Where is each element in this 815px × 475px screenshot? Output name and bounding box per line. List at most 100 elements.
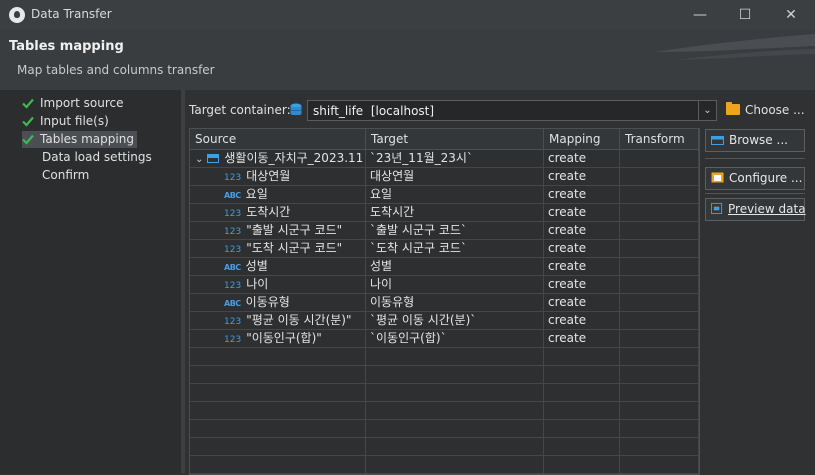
transform-cell[interactable] xyxy=(620,204,699,221)
empty-cell xyxy=(544,384,620,401)
target-cell[interactable]: 이동유형 xyxy=(366,294,544,311)
transform-cell[interactable] xyxy=(620,294,699,311)
table-row[interactable]: ABC 요일 요일 create xyxy=(190,186,699,204)
table-row[interactable]: 123 나이 나이 create xyxy=(190,276,699,294)
target-cell[interactable]: 나이 xyxy=(366,276,544,293)
empty-cell xyxy=(366,420,544,437)
target-cell[interactable]: 요일 xyxy=(366,186,544,203)
source-cell[interactable]: 123 "이동인구(합)" xyxy=(190,330,366,347)
transform-cell[interactable] xyxy=(620,240,699,257)
column-header-transform[interactable]: Transform xyxy=(620,129,699,150)
mapping-cell-text: create xyxy=(548,313,587,327)
target-cell[interactable]: `이동인구(합)` xyxy=(366,330,544,347)
source-cell[interactable]: ABC 이동유형 xyxy=(190,294,366,311)
mapping-cell-text: create xyxy=(548,223,587,237)
browse-button[interactable]: Browse ... xyxy=(705,129,805,152)
mapping-cell[interactable]: create xyxy=(544,276,620,293)
source-cell-text: "이동인구(합)" xyxy=(246,331,322,345)
wizard-step-label: Tables mapping xyxy=(40,132,134,146)
mapping-cell[interactable]: create xyxy=(544,294,620,311)
mapping-table[interactable]: Source Target Mapping Transform ⌄ 생활이동_자치… xyxy=(189,128,700,475)
source-cell-text: 대상연월 xyxy=(246,169,291,183)
mapping-cell[interactable]: create xyxy=(544,330,620,347)
table-row[interactable]: ABC 이동유형 이동유형 create xyxy=(190,294,699,312)
empty-cell xyxy=(544,366,620,383)
transform-cell[interactable] xyxy=(620,330,699,347)
numeric-type-icon: 123 xyxy=(224,209,242,219)
source-cell-text: "도착 시군구 코드" xyxy=(246,241,343,255)
mapping-cell[interactable]: create xyxy=(544,150,620,167)
mapping-cell[interactable]: create xyxy=(544,312,620,329)
wizard-step-import-source[interactable]: Import source xyxy=(22,95,124,112)
target-cell[interactable]: `출발 시군구 코드` xyxy=(366,222,544,239)
target-cell[interactable]: 대상연월 xyxy=(366,168,544,185)
chevron-down-icon[interactable]: ⌄ xyxy=(698,101,716,120)
minimize-button[interactable]: — xyxy=(677,0,723,30)
mapping-cell[interactable]: create xyxy=(544,240,620,257)
source-cell[interactable]: 123 "출발 시군구 코드" xyxy=(190,222,366,239)
column-header-mapping[interactable]: Mapping xyxy=(544,129,620,150)
target-cell-text: `평균 이동 시간(분)` xyxy=(370,313,477,327)
target-cell[interactable]: 도착시간 xyxy=(366,204,544,221)
source-cell[interactable]: ABC 요일 xyxy=(190,186,366,203)
choose-container-button[interactable]: Choose ... xyxy=(726,102,805,117)
table-row[interactable]: 123 "출발 시군구 코드" `출발 시군구 코드` create xyxy=(190,222,699,240)
source-cell[interactable]: 123 도착시간 xyxy=(190,204,366,221)
configure-button[interactable]: Configure ... xyxy=(705,167,805,190)
table-row[interactable]: 123 "평균 이동 시간(분)" `평균 이동 시간(분)` create xyxy=(190,312,699,330)
window-title: Data Transfer xyxy=(31,7,112,21)
source-cell[interactable]: 123 대상연월 xyxy=(190,168,366,185)
column-header-source[interactable]: Source xyxy=(190,129,366,150)
transform-cell[interactable] xyxy=(620,150,699,167)
mapping-cell[interactable]: create xyxy=(544,222,620,239)
numeric-type-icon: 123 xyxy=(224,335,242,345)
column-header-target[interactable]: Target xyxy=(366,129,544,150)
target-cell[interactable]: 성별 xyxy=(366,258,544,275)
source-cell[interactable]: ⌄ 생활이동_자치구_2023.11 xyxy=(190,150,366,167)
wizard-step-tables-mapping[interactable]: Tables mapping xyxy=(22,131,137,148)
transform-cell[interactable] xyxy=(620,258,699,275)
target-cell-text: 나이 xyxy=(370,277,393,291)
transform-cell[interactable] xyxy=(620,312,699,329)
source-cell[interactable]: ABC 성별 xyxy=(190,258,366,275)
transform-cell[interactable] xyxy=(620,168,699,185)
wizard-step-data-load-settings[interactable]: Data load settings xyxy=(22,149,152,166)
source-cell[interactable]: 123 "도착 시군구 코드" xyxy=(190,240,366,257)
close-button[interactable]: ✕ xyxy=(768,0,814,30)
table-row[interactable]: ABC 성별 성별 create xyxy=(190,258,699,276)
table-row[interactable]: 123 "도착 시군구 코드" `도착 시군구 코드` create xyxy=(190,240,699,258)
transform-cell[interactable] xyxy=(620,276,699,293)
mapping-cell[interactable]: create xyxy=(544,186,620,203)
source-cell[interactable]: 123 "평균 이동 시간(분)" xyxy=(190,312,366,329)
target-container-select[interactable]: shift_life [localhost] ⌄ xyxy=(307,100,717,121)
target-cell-text: 이동유형 xyxy=(370,295,415,309)
mapping-cell[interactable]: create xyxy=(544,258,620,275)
empty-cell xyxy=(544,348,620,365)
wizard-step-input-file-s[interactable]: Input file(s) xyxy=(22,113,109,130)
maximize-button[interactable]: ☐ xyxy=(722,0,768,30)
transform-cell[interactable] xyxy=(620,186,699,203)
wizard-steps-panel: Import source Input file(s) Tables mapping… xyxy=(0,90,181,473)
preview-data-button[interactable]: Preview data xyxy=(705,198,806,221)
table-row[interactable]: 123 대상연월 대상연월 create xyxy=(190,168,699,186)
target-cell[interactable]: `도착 시군구 코드` xyxy=(366,240,544,257)
table-row-parent[interactable]: ⌄ 생활이동_자치구_2023.11 `23년_11월_23시` create xyxy=(190,150,699,168)
wizard-step-confirm[interactable]: Confirm xyxy=(22,167,89,184)
chevron-down-icon[interactable]: ⌄ xyxy=(195,154,203,165)
target-cell[interactable]: `23년_11월_23시` xyxy=(366,150,544,167)
configure-icon xyxy=(711,172,724,183)
table-row[interactable]: 123 도착시간 도착시간 create xyxy=(190,204,699,222)
folder-icon xyxy=(726,102,740,115)
text-type-icon: ABC xyxy=(224,191,241,200)
mapping-cell[interactable]: create xyxy=(544,204,620,221)
button-separator xyxy=(705,193,805,194)
source-cell[interactable]: 123 나이 xyxy=(190,276,366,293)
target-cell[interactable]: `평균 이동 시간(분)` xyxy=(366,312,544,329)
source-cell-text: "출발 시군구 코드" xyxy=(246,223,343,237)
mapping-cell-text: create xyxy=(548,277,587,291)
numeric-type-icon: 123 xyxy=(224,227,242,237)
mapping-cell-text: create xyxy=(548,169,587,183)
transform-cell[interactable] xyxy=(620,222,699,239)
mapping-cell[interactable]: create xyxy=(544,168,620,185)
table-row[interactable]: 123 "이동인구(합)" `이동인구(합)` create xyxy=(190,330,699,348)
